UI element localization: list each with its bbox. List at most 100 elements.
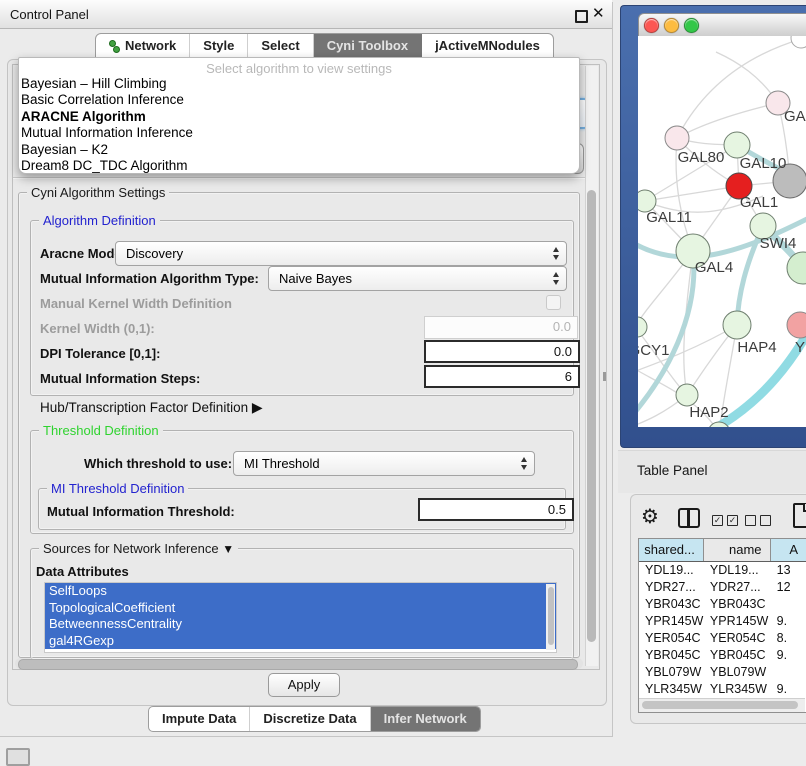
traffic-light-close[interactable]	[644, 18, 659, 33]
checked-boxes-icon[interactable]: ✓	[727, 515, 738, 526]
table-column-header[interactable]: name	[704, 539, 771, 561]
tab-cyni-toolbox[interactable]: Cyni Toolbox	[314, 34, 422, 58]
table-cell[interactable]: YBL079W	[639, 664, 704, 681]
table-cell[interactable]: YER054C	[704, 630, 771, 647]
table-cell[interactable]: YBR045C	[639, 647, 704, 664]
mi-algorithm-type-select[interactable]: Naive Bayes	[268, 266, 567, 291]
mi-threshold-field[interactable]: 0.5	[418, 498, 574, 521]
table-cell[interactable]: YBR045C	[704, 647, 771, 664]
close-panel-button[interactable]: ✕	[592, 4, 605, 22]
collapse-down-icon[interactable]: ▼	[222, 542, 234, 556]
tab-network[interactable]: Network	[96, 34, 190, 58]
table-cell[interactable]: YDL19...	[704, 562, 771, 579]
data-attributes-label: Data Attributes	[36, 564, 129, 579]
table-cell[interactable]	[771, 664, 806, 681]
mi-steps-field[interactable]: 6	[424, 365, 580, 388]
network-node[interactable]	[791, 36, 806, 48]
tab-impute-data[interactable]: Impute Data	[149, 707, 250, 731]
tab-select[interactable]: Select	[248, 34, 313, 58]
split-pane-handle[interactable]	[603, 372, 606, 381]
hub-definition-toggle[interactable]: Hub/Transcription Factor Definition ▶	[40, 399, 263, 416]
network-node-label: GAL	[784, 108, 806, 125]
list-scrollbar-track[interactable]	[546, 584, 555, 650]
horizontal-scrollbar-thumb[interactable]	[18, 659, 578, 670]
network-node-y[interactable]	[787, 312, 806, 338]
network-node-label: GAL4	[695, 259, 733, 276]
minimized-panel-icon[interactable]	[6, 748, 30, 766]
table-horizontal-scrollbar-thumb[interactable]	[642, 701, 798, 709]
table-row[interactable]: YDL19...YDL19...13	[639, 562, 806, 579]
list-scrollbar-thumb[interactable]	[548, 587, 554, 645]
gear-icon[interactable]: ⚙	[641, 504, 659, 529]
table-cell[interactable]: YPR145W	[704, 613, 771, 630]
algorithm-option[interactable]: ARACNE Algorithm	[19, 109, 579, 125]
sources-title-text: Sources for Network Inference	[43, 541, 219, 556]
stepper-arrows-icon	[546, 242, 566, 265]
table-column-header[interactable]: A	[771, 539, 806, 561]
tab-discretize-data[interactable]: Discretize Data	[250, 707, 370, 731]
table-cell[interactable]: 9.	[771, 613, 806, 630]
table-cell[interactable]: YDR27...	[639, 579, 704, 596]
traffic-light-minimize[interactable]	[664, 18, 679, 33]
algorithm-option[interactable]: Dream8 DC_TDC Algorithm	[19, 158, 579, 174]
attribute-item-selected[interactable]: BetweennessCentrality	[45, 616, 556, 633]
table-cell[interactable]: YER054C	[639, 630, 704, 647]
table-column-header[interactable]: shared...	[639, 539, 704, 561]
table-cell[interactable]: 12	[771, 579, 806, 596]
unchecked-boxes-icon[interactable]	[745, 515, 756, 526]
tab-infer-network[interactable]: Infer Network	[371, 707, 480, 731]
algorithm-option[interactable]: Bayesian – K2	[19, 142, 579, 158]
vertical-scrollbar-thumb[interactable]	[587, 190, 596, 642]
attribute-item-selected[interactable]: SelfLoops	[45, 583, 556, 600]
network-view-window[interactable]: GALGAL80GAL10GAL1GAL11SWI4GAL4HAP4YGCY1H…	[620, 5, 806, 448]
which-threshold-select[interactable]: MI Threshold	[233, 451, 535, 476]
table-cell[interactable]: YBR043C	[639, 596, 704, 613]
table-row[interactable]: YLR345WYLR345W9.	[639, 681, 806, 698]
table-cell[interactable]: YDL19...	[639, 562, 704, 579]
tab-jactivemnodules[interactable]: jActiveMNodules	[422, 34, 553, 58]
algorithm-option[interactable]: Basic Correlation Inference	[19, 92, 579, 108]
tab-label: jActiveMNodules	[435, 34, 540, 58]
table-cell[interactable]: YLR345W	[704, 681, 771, 698]
algorithm-option[interactable]: Mutual Information Inference	[19, 125, 579, 141]
network-node-label: GAL80	[678, 149, 725, 166]
unchecked-boxes-icon[interactable]	[760, 515, 771, 526]
table-cell[interactable]: YBR043C	[704, 596, 771, 613]
table-row[interactable]: YPR145WYPR145W9.	[639, 613, 806, 630]
data-attributes-list[interactable]: SelfLoopsTopologicalCoefficientBetweenne…	[44, 582, 557, 653]
table-cell[interactable]: YPR145W	[639, 613, 704, 630]
attribute-item-selected[interactable]: gal4RGexp	[45, 633, 556, 650]
tab-style[interactable]: Style	[190, 34, 248, 58]
traffic-light-zoom[interactable]	[684, 18, 699, 33]
apply-button[interactable]: Apply	[268, 673, 340, 697]
network-node-gcy1[interactable]	[638, 317, 647, 337]
table-row[interactable]: YBR043CYBR043C	[639, 596, 806, 613]
table-row[interactable]: YDR27...YDR27...12	[639, 579, 806, 596]
table-row[interactable]: YBR045CYBR045C9.	[639, 647, 806, 664]
table-row[interactable]: YBL079WYBL079W	[639, 664, 806, 681]
document-icon[interactable]	[793, 503, 806, 528]
manual-kernel-checkbox	[546, 295, 561, 310]
table-cell[interactable]: YLR345W	[639, 681, 704, 698]
aracne-mode-select[interactable]: Discovery	[115, 241, 567, 266]
table-cell[interactable]: 13	[771, 562, 806, 579]
network-node-label: Y	[795, 339, 805, 356]
network-node-hap2[interactable]	[676, 384, 698, 406]
network-canvas[interactable]: GALGAL80GAL10GAL1GAL11SWI4GAL4HAP4YGCY1H…	[638, 36, 806, 427]
columns-icon[interactable]	[678, 508, 700, 528]
table-cell[interactable]	[771, 596, 806, 613]
checked-boxes-icon[interactable]: ✓	[712, 515, 723, 526]
table-cell[interactable]: 9.	[771, 647, 806, 664]
table-cell[interactable]: YDR27...	[704, 579, 771, 596]
table-cell[interactable]: 9.	[771, 681, 806, 698]
network-node-gal80[interactable]	[665, 126, 689, 150]
network-node-hap4[interactable]	[723, 311, 751, 339]
float-window-button[interactable]	[575, 10, 588, 23]
dpi-tolerance-field[interactable]: 0.0	[424, 340, 580, 363]
network-node-label: GAL10	[740, 155, 787, 172]
table-row[interactable]: YER054CYER054C8.	[639, 630, 806, 647]
attribute-item-selected[interactable]: TopologicalCoefficient	[45, 600, 556, 617]
table-cell[interactable]: 8.	[771, 630, 806, 647]
algorithm-option[interactable]: Bayesian – Hill Climbing	[19, 76, 579, 92]
table-cell[interactable]: YBL079W	[704, 664, 771, 681]
